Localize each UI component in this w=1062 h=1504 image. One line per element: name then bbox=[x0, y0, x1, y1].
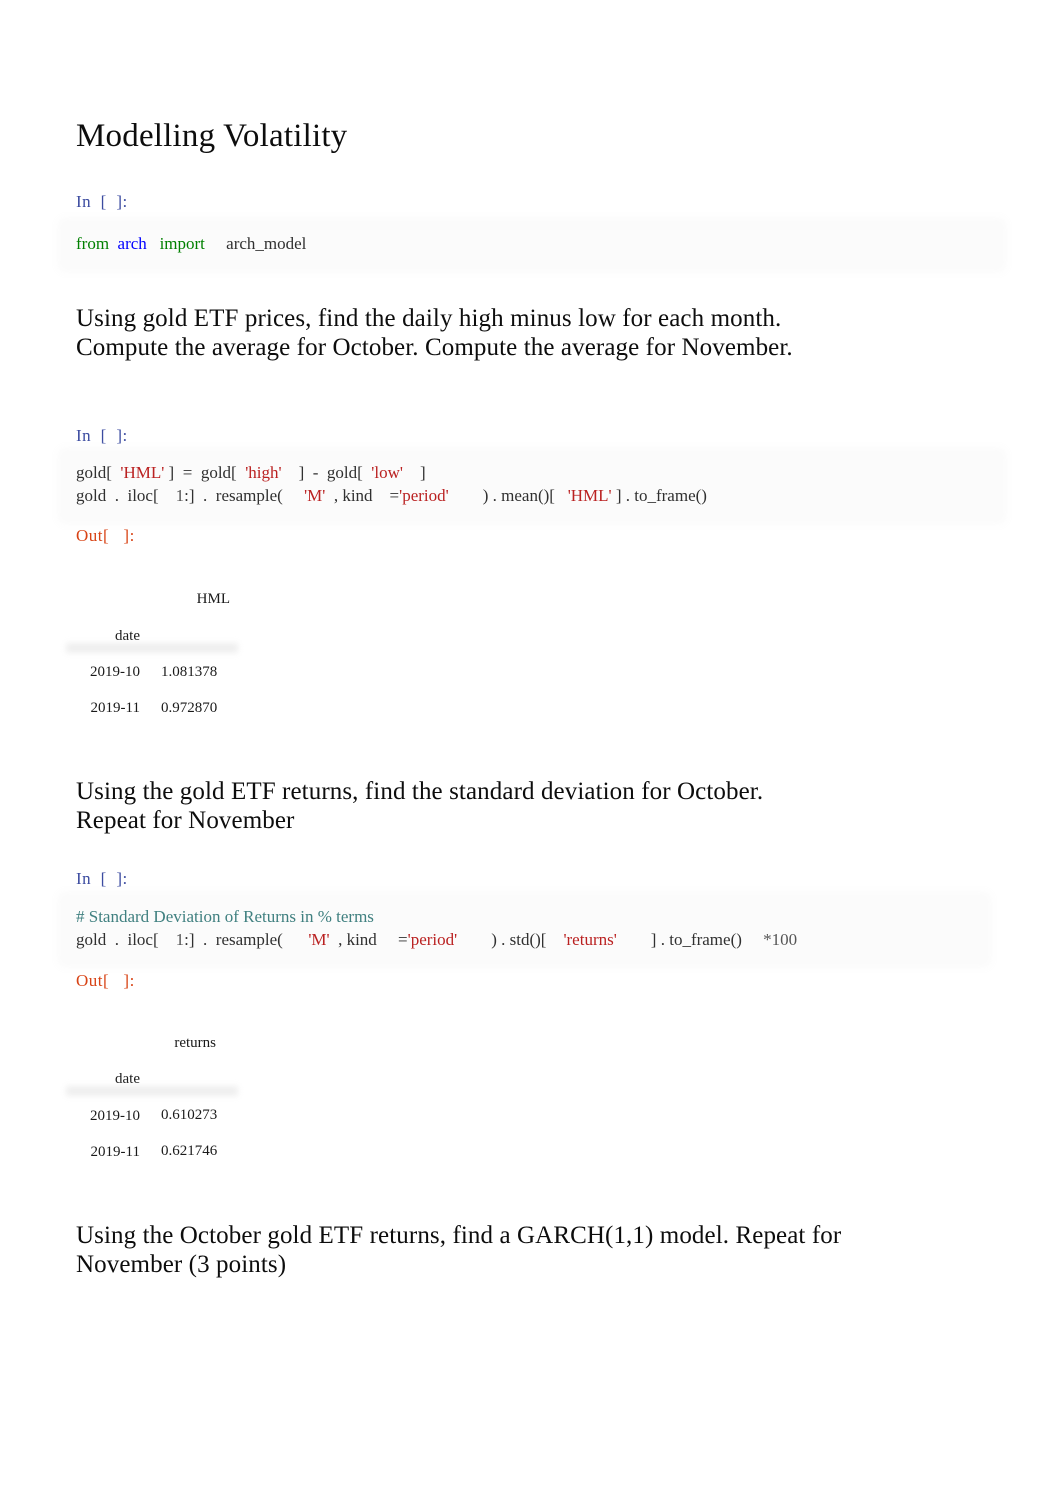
dataframe-row-index: 2019-11 bbox=[90, 700, 140, 716]
code-token: import bbox=[159, 234, 205, 253]
code-token: = bbox=[372, 486, 400, 505]
code-line: # Standard Deviation of Returns in % ter… bbox=[76, 906, 374, 928]
code-token: . bbox=[194, 486, 216, 505]
dataframe-row-index: 2019-10 bbox=[90, 664, 140, 680]
code-token: *100 bbox=[763, 930, 798, 949]
input-prompt-2: In [ ]: bbox=[76, 426, 128, 445]
code-token: resample( bbox=[215, 930, 283, 949]
code-token: ] bbox=[164, 463, 175, 482]
code-token: 'high' bbox=[245, 463, 282, 482]
code-token: . bbox=[621, 486, 635, 505]
code-token: arch bbox=[117, 234, 147, 253]
code-line: gold[ 'HML' ] = gold[ 'high' ] - gold[ '… bbox=[76, 462, 426, 484]
code-token: gold[ bbox=[76, 463, 112, 482]
code-token: to_frame() bbox=[634, 486, 707, 505]
markdown-heading-1: Using gold ETF prices, find the daily hi… bbox=[76, 305, 793, 361]
code-token: . bbox=[496, 930, 510, 949]
code-token: 1 bbox=[175, 930, 185, 949]
dataframe-header-rule bbox=[66, 643, 238, 653]
code-token: :] bbox=[184, 930, 195, 949]
dataframe-row-value: 1.081378 bbox=[161, 664, 218, 680]
input-prompt-3: In [ ]: bbox=[76, 869, 128, 888]
dataframe-row-index: 2019-10 bbox=[90, 1108, 140, 1124]
code-token: 'period' bbox=[407, 930, 458, 949]
code-token: . bbox=[106, 486, 128, 505]
input-prompt-1: In [ ]: bbox=[76, 192, 128, 211]
code-cell-1[interactable]: from arch import arch_model bbox=[62, 222, 1002, 268]
code-token: 'M' bbox=[304, 486, 326, 505]
code-token: ] bbox=[611, 486, 622, 505]
page-title: Modelling Volatility bbox=[76, 118, 348, 154]
dataframe-row-value: 0.610273 bbox=[161, 1107, 218, 1123]
code-token: 'period' bbox=[399, 486, 449, 505]
code-token: 'M' bbox=[308, 930, 330, 949]
code-token: resample( bbox=[215, 486, 283, 505]
code-token: - bbox=[304, 463, 327, 482]
code-token: ) bbox=[448, 486, 489, 505]
code-token: from bbox=[76, 234, 110, 253]
code-line: gold . iloc[ 1:] . resample( 'M' , kind … bbox=[76, 485, 707, 507]
code-token: 1 bbox=[175, 486, 185, 505]
code-token: . bbox=[194, 930, 216, 949]
code-token: gold bbox=[76, 486, 107, 505]
code-token: :] bbox=[184, 486, 195, 505]
code-token: 'returns' bbox=[563, 930, 617, 949]
code-token: ] bbox=[616, 930, 657, 949]
code-line: from arch import arch_model bbox=[76, 233, 306, 255]
code-token: gold[ bbox=[326, 463, 363, 482]
code-token: . bbox=[656, 930, 670, 949]
code-token: = bbox=[376, 930, 408, 949]
code-token: = bbox=[174, 463, 201, 482]
code-token: . bbox=[488, 486, 502, 505]
output-prompt-1: Out[ ]: bbox=[76, 526, 135, 545]
dataframe-row-value: 0.621746 bbox=[161, 1143, 218, 1159]
dataframe-column-header: HML bbox=[196, 591, 230, 607]
code-token: ) bbox=[457, 930, 497, 949]
code-token: , kind bbox=[329, 930, 377, 949]
code-line: gold . iloc[ 1:] . resample( 'M' , kind … bbox=[76, 929, 797, 951]
output-prompt-2: Out[ ]: bbox=[76, 971, 135, 990]
code-token: 'HML' bbox=[120, 463, 165, 482]
dataframe-header-rule bbox=[66, 1086, 238, 1096]
code-token: gold bbox=[76, 930, 107, 949]
code-token: iloc[ bbox=[127, 930, 159, 949]
code-token: gold[ bbox=[200, 463, 237, 482]
code-token: , kind bbox=[325, 486, 373, 505]
code-token: # Standard Deviation of Returns in % ter… bbox=[76, 907, 374, 926]
code-token: . bbox=[106, 930, 128, 949]
dataframe-row-value: 0.972870 bbox=[161, 700, 218, 716]
markdown-heading-2: Using the gold ETF returns, find the sta… bbox=[76, 778, 764, 834]
code-token: iloc[ bbox=[127, 486, 159, 505]
code-cell-3[interactable]: # Standard Deviation of Returns in % ter… bbox=[62, 896, 987, 963]
dataframe-column-header: returns bbox=[174, 1035, 216, 1051]
code-token: arch_model bbox=[226, 234, 307, 253]
code-token: ] bbox=[281, 463, 305, 482]
code-token: 'low' bbox=[371, 463, 403, 482]
code-token: std()[ bbox=[509, 930, 547, 949]
code-token: to_frame() bbox=[669, 930, 742, 949]
code-token: mean()[ bbox=[501, 486, 555, 505]
notebook-page: Modelling Volatility In [ ]: from arch i… bbox=[0, 0, 1062, 1504]
code-token: ] bbox=[402, 463, 426, 482]
code-token: 'HML' bbox=[567, 486, 612, 505]
markdown-heading-3: Using the October gold ETF returns, find… bbox=[76, 1222, 842, 1278]
code-cell-2[interactable]: gold[ 'HML' ] = gold[ 'high' ] - gold[ '… bbox=[62, 452, 1002, 520]
dataframe-row-index: 2019-11 bbox=[90, 1144, 140, 1160]
